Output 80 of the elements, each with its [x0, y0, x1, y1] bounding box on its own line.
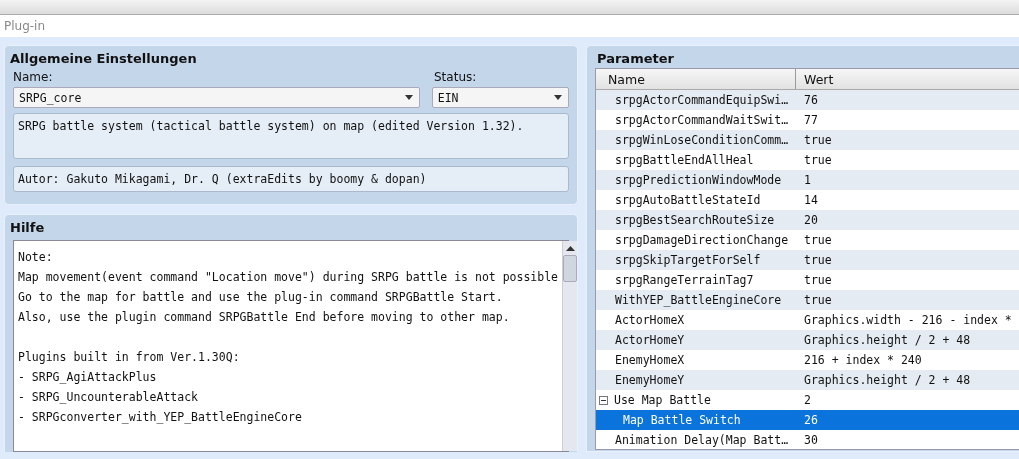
parameter-name: EnemyHomeX	[615, 353, 685, 367]
parameter-value: 77	[804, 113, 818, 127]
parameter-value: 1	[804, 173, 811, 187]
name-label: Name:	[13, 70, 54, 84]
status-label: Status:	[434, 70, 477, 84]
parameter-value: true	[804, 253, 832, 267]
parameter-row[interactable]: srpgBestSearchRouteSize 20	[596, 210, 1019, 230]
parameter-value: Graphics.width - 216 - index *	[804, 313, 1012, 327]
parameter-row[interactable]: srpgActorCommandWaitSwit… 77	[596, 110, 1019, 130]
panel-title: Parameter	[596, 50, 675, 68]
column-header[interactable]: Name	[596, 69, 796, 89]
parameter-name: srpgAutoBattleStateId	[615, 193, 761, 207]
column-header[interactable]: Wert	[796, 69, 1019, 89]
description-text: SRPG battle system (tactical battle system) on map (edited Version 1.32).	[13, 113, 569, 159]
parameter-value: 76	[804, 93, 818, 107]
parameter-row[interactable]: WithYEP_BattleEngineCore true	[596, 290, 1019, 310]
parameter-row[interactable]: EnemyHomeY Graphics.height / 2 + 48	[596, 370, 1019, 390]
help-line: - SRPG_UncounterableAttack	[18, 389, 199, 406]
window-title: Plug-in	[4, 19, 46, 33]
parameter-name: ActorHomeY	[615, 333, 685, 347]
parameter-name: Map Battle Switch	[623, 413, 741, 427]
parameter-row[interactable]: Map Battle Switch 26	[596, 410, 1019, 430]
parameter-row[interactable]: srpgWinLoseConditionComm… true	[596, 130, 1019, 150]
parameter-value: 26	[804, 413, 818, 427]
parameter-row[interactable]: srpgAutoBattleStateId 14	[596, 190, 1019, 210]
parameter-value: true	[804, 293, 832, 307]
parameter-name: srpgActorCommandWaitSwit…	[615, 113, 789, 127]
help-line: Plugins built in from Ver.1.30Q:	[18, 349, 241, 366]
panel-title: Allgemeine Einstellungen	[9, 50, 198, 68]
parameter-value: true	[804, 133, 832, 147]
scrollbar[interactable]	[562, 241, 578, 451]
help-line: - SRPGconverter_with_YEP_BattleEngineCore	[18, 409, 303, 426]
parameter-name: Animation Delay(Map Batt…	[615, 433, 789, 447]
parameter-name: srpgSkipTargetForSelf	[615, 253, 761, 267]
collapse-icon[interactable]	[599, 395, 608, 405]
parameter-row[interactable]: srpgBattleEndAllHeal true	[596, 150, 1019, 170]
parameter-name: srpgRangeTerrainTag7	[615, 273, 754, 287]
status-dropdown[interactable]: EIN	[431, 87, 569, 108]
parameter-value: 20	[804, 213, 818, 227]
parameter-row[interactable]: srpgRangeTerrainTag7 true	[596, 270, 1019, 290]
help-line: Also, use the plugin command SRPGBattle End before moving to other map.	[18, 309, 511, 326]
name-dropdown[interactable]: SRPG_core	[13, 87, 420, 108]
help-line: Map movement(event command "Location move") during SRPG battle is not possible	[18, 269, 559, 286]
parameter-value: true	[804, 153, 832, 167]
parameter-row[interactable]: EnemyHomeX 216 + index * 240	[596, 350, 1019, 370]
help-line: - SRPG_AgiAttackPlus	[18, 369, 158, 386]
parameter-name: ActorHomeX	[615, 313, 685, 327]
panel-title: Hilfe	[9, 219, 46, 237]
caret-icon	[554, 95, 562, 100]
parameter-value: Graphics.height / 2 + 48	[804, 333, 971, 347]
parameter-row[interactable]: ActorHomeY Graphics.height / 2 + 48	[596, 330, 1019, 350]
parameter-value: 2	[804, 393, 811, 407]
caret-icon	[404, 95, 413, 100]
scroll-up-icon[interactable]	[565, 246, 575, 251]
parameter-value: true	[804, 233, 832, 247]
author-text: Autor: Gakuto Mikagami, Dr. Q (extraEdits by boomy & dopan)	[13, 166, 569, 192]
parameter-name: srpgActorCommandEquipSwi…	[615, 93, 789, 107]
parameter-row[interactable]: srpgDamageDirectionChange true	[596, 230, 1019, 250]
parameter-value: 216 + index * 240	[804, 353, 922, 367]
parameter-row[interactable]: ActorHomeX Graphics.width - 216 - index *	[596, 310, 1019, 330]
parameter-value: Graphics.height / 2 + 48	[804, 373, 971, 387]
parameter-name: srpgBattleEndAllHeal	[615, 153, 754, 167]
parameter-name: Use Map Battle	[614, 393, 711, 407]
parameter-row[interactable]: Animation Delay(Map Batt… 30	[596, 430, 1019, 449]
scrollbar-thumb[interactable]	[563, 255, 578, 282]
parameter-name: EnemyHomeY	[615, 373, 685, 387]
parameter-value: true	[804, 273, 832, 287]
parameter-value: 14	[804, 193, 818, 207]
parameter-row[interactable]: srpgPredictionWindowMode 1	[596, 170, 1019, 190]
parameter-name: WithYEP_BattleEngineCore	[615, 293, 782, 307]
help-line: Note:	[18, 249, 54, 266]
parameter-row[interactable]: Use Map Battle 2	[596, 390, 1019, 410]
parameter-value: 30	[804, 433, 818, 447]
parameter-name: srpgBestSearchRouteSize	[615, 213, 775, 227]
help-line: Go to the map for battle and use the plug-in command SRPGBattle Start.	[18, 289, 504, 306]
parameter-name: srpgDamageDirectionChange	[615, 233, 789, 247]
parameter-row[interactable]: srpgActorCommandEquipSwi… 76	[596, 90, 1019, 110]
parameter-row[interactable]: srpgSkipTargetForSelf true	[596, 250, 1019, 270]
parameter-name: srpgPredictionWindowMode	[615, 173, 782, 187]
parameter-name: srpgWinLoseConditionComm…	[615, 133, 789, 147]
